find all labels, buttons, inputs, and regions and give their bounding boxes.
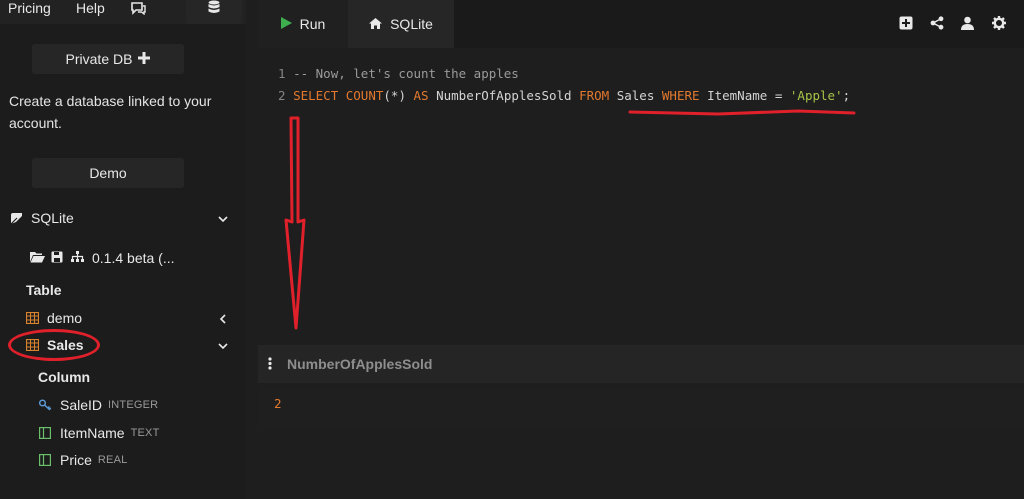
nav-help[interactable]: Help [76,0,105,16]
save-icon[interactable] [51,250,63,266]
top-nav: Pricing Help [0,0,246,24]
engine-tools-row: 0.1.4 beta (... [30,250,175,266]
sidebar: Pricing Help Private DB Create a databas… [0,0,246,499]
result-column-header[interactable]: NumberOfApplesSold [287,356,432,372]
chat-icon[interactable] [130,1,146,20]
create-db-hint: Create a database linked to your account… [9,93,212,131]
private-db-label: Private DB [65,51,133,67]
column-icon [38,453,52,467]
column-item[interactable]: Price REAL [38,452,127,468]
key-icon [38,398,52,412]
table-item-demo[interactable]: demo [25,310,231,326]
column-type: REAL [97,454,128,466]
chevron-left-icon[interactable] [218,311,228,327]
plus-icon [138,51,151,67]
column-item[interactable]: SaleID INTEGER [38,397,158,413]
nav-pricing[interactable]: Pricing [8,0,51,16]
version-label: 0.1.4 beta (... [92,250,175,266]
column-name: SaleID [60,397,103,413]
column-menu-icon[interactable] [268,357,272,375]
annotation-underline [628,109,856,116]
sitemap-icon[interactable] [71,250,84,266]
result-cell: 2 [274,396,282,411]
private-db-button[interactable]: Private DB [32,44,184,74]
result-row: 2 [258,386,1024,426]
column-item[interactable]: ItemName TEXT [38,425,160,441]
column-name: ItemName [60,425,125,441]
column-heading: Column [38,369,91,385]
result-header: NumberOfApplesSold [258,345,1024,383]
main-panel: Run SQLite 1 -- Now, let's count the app… [258,0,1024,499]
chevron-down-icon[interactable] [218,338,228,354]
annotation-circle [8,329,100,361]
table-name: demo [47,310,83,326]
demo-button[interactable]: Demo [32,158,184,188]
annotation-arrow [284,116,306,330]
annotation-overlay [284,109,856,330]
folder-open-icon[interactable] [30,250,45,266]
database-icon [207,0,221,19]
column-name: Price [60,452,92,468]
database-button[interactable] [186,0,242,24]
feather-icon [9,211,23,225]
column-type: INTEGER [108,399,159,411]
table-heading: Table [26,282,62,298]
column-type: TEXT [130,427,160,439]
engine-label: SQLite [31,210,74,226]
column-icon [38,426,52,440]
chevron-down-icon[interactable] [218,211,228,227]
engine-row[interactable]: SQLite [9,210,231,226]
table-icon [25,311,39,325]
